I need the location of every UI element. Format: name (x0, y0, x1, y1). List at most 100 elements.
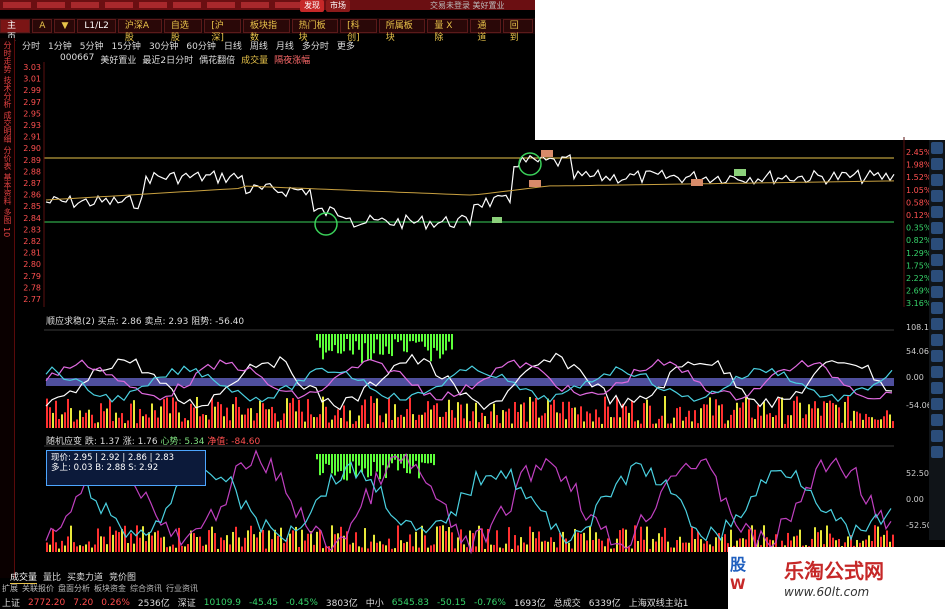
indicator1-bar (370, 396, 372, 428)
tf-multi[interactable]: 多分时 (302, 39, 329, 52)
indicator2-bar (307, 533, 309, 552)
tf-timeline[interactable]: 分时 (22, 39, 40, 52)
indicator1-bar (340, 417, 342, 428)
tf-more[interactable]: 更多 (337, 39, 355, 52)
indicator1-green-bar (412, 334, 414, 342)
tab-market[interactable]: 市场 (326, 0, 350, 12)
tool-icon[interactable] (931, 318, 943, 330)
tool-icon[interactable] (931, 382, 943, 394)
indicator1-bar (502, 410, 504, 428)
btab-volume[interactable]: 成交量 (10, 570, 38, 584)
dropdown-button[interactable]: ▼ (54, 19, 76, 33)
belong-sector-button[interactable]: 所属板块 (378, 19, 426, 43)
tool-icon[interactable] (931, 254, 943, 266)
tf-30min[interactable]: 30分钟 (149, 39, 178, 52)
btab2-funds[interactable]: 板块资金 (94, 583, 126, 593)
hs-a-button[interactable]: 沪深A股 (117, 19, 162, 43)
tool-icon[interactable] (931, 190, 943, 202)
tf-month[interactable]: 月线 (276, 39, 294, 52)
indicator2-bar (277, 535, 279, 552)
sh-value: 2772.20 (28, 597, 66, 608)
btab2-news[interactable]: 综合资讯 (130, 583, 162, 593)
tool-icon[interactable] (931, 414, 943, 426)
tool-icon[interactable] (931, 366, 943, 378)
back-button[interactable]: 回到 (502, 19, 533, 43)
side-tab-10[interactable]: 10 (2, 227, 11, 237)
tool-icon[interactable] (931, 142, 943, 154)
tool-icon[interactable] (931, 174, 943, 186)
indicator1-bar (805, 414, 807, 428)
btab-ratio[interactable]: 量比 (43, 570, 61, 584)
hot-sector-button[interactable]: 热门板块 (291, 19, 339, 43)
tool-icon[interactable] (931, 286, 943, 298)
indicator2-bar (397, 525, 399, 552)
side-tab-tech[interactable]: 技术分析 (2, 76, 13, 108)
tf-1min[interactable]: 1分钟 (48, 39, 72, 52)
separator-block (264, 274, 679, 334)
indicator1-green-bar (445, 334, 447, 351)
tool-icon[interactable] (931, 158, 943, 170)
btab-power[interactable]: 买卖力道 (67, 570, 103, 584)
channel-button[interactable]: 通道 (470, 19, 501, 43)
tool-icon[interactable] (931, 270, 943, 282)
watchlist-button[interactable]: 自选股 (163, 19, 203, 43)
price-axis-label: 2.85 (23, 202, 41, 211)
indicator1-bar (550, 404, 552, 428)
tool-icon[interactable] (931, 302, 943, 314)
btab2-industry[interactable]: 行业资讯 (166, 583, 198, 593)
tab-discover[interactable]: 发现 (300, 0, 324, 12)
vol-button[interactable]: 量 X 除 (427, 19, 469, 43)
indicator2-bar (493, 544, 495, 552)
side-tab-price-table[interactable]: 分价表 (2, 146, 13, 170)
tool-icon[interactable] (931, 206, 943, 218)
btab-auction[interactable]: 竞价图 (109, 570, 136, 584)
side-tab-trades[interactable]: 成交明细 (2, 111, 13, 143)
indicator2-bar (409, 534, 411, 552)
star-button[interactable]: [科创] (340, 19, 377, 43)
indicator1-bar (766, 414, 768, 428)
sector-index-button[interactable]: 板块指数 (242, 19, 290, 43)
indicator1-bar (241, 414, 243, 428)
indicator2-axis-label: 52.50 (906, 469, 929, 478)
tool-icon[interactable] (931, 222, 943, 234)
side-tab-basic[interactable]: 基本资料 (2, 173, 13, 205)
indicator1-bar (124, 423, 126, 428)
tf-5min[interactable]: 5分钟 (80, 39, 104, 52)
indicator1-bar (418, 414, 420, 428)
btab2-analysis[interactable]: 盘面分析 (58, 583, 90, 593)
indicator1-bar (823, 401, 825, 428)
tool-icon[interactable] (931, 398, 943, 410)
tf-day[interactable]: 日线 (224, 39, 242, 52)
indicator1-bar (577, 414, 579, 428)
indicator1-bar (256, 413, 258, 428)
tool-icon[interactable] (931, 238, 943, 250)
hs-button[interactable]: [沪深] (204, 19, 241, 43)
tool-icon[interactable] (931, 430, 943, 442)
tool-icon[interactable] (931, 350, 943, 362)
indicator1-bar (352, 423, 354, 428)
indicator2-bar (238, 537, 240, 552)
indicator1-bar (253, 420, 255, 428)
indicator1-bar (472, 411, 474, 428)
tf-60min[interactable]: 60分钟 (186, 39, 215, 52)
side-tab-multi[interactable]: 多图 (2, 208, 13, 224)
home-button[interactable]: 主页 (0, 19, 31, 43)
btab2-related[interactable]: 关联报价 (22, 583, 54, 593)
indicator2-bar (439, 526, 441, 552)
indicator1-buy: 买点: 2.86 (97, 317, 142, 327)
a-button[interactable]: A (32, 19, 53, 33)
indicator1-name: 顺应求稳(2) (46, 317, 95, 327)
tool-icon[interactable] (931, 334, 943, 346)
side-tab-timeline[interactable]: 分时走势 (2, 41, 13, 73)
btab2-expand[interactable]: 扩展 (2, 583, 18, 593)
indicator1-bar (268, 409, 270, 428)
tf-15min[interactable]: 15分钟 (111, 39, 140, 52)
indicator1-bar (661, 415, 663, 428)
indicator2-green-bar (412, 454, 414, 467)
indicator1-bar (643, 403, 645, 428)
tf-week[interactable]: 周线 (250, 39, 268, 52)
tool-icon[interactable] (931, 446, 943, 458)
indicator1-bar (790, 415, 792, 428)
l1l2-button[interactable]: L1/L2 (77, 19, 116, 33)
indicator1-bar (544, 413, 546, 428)
